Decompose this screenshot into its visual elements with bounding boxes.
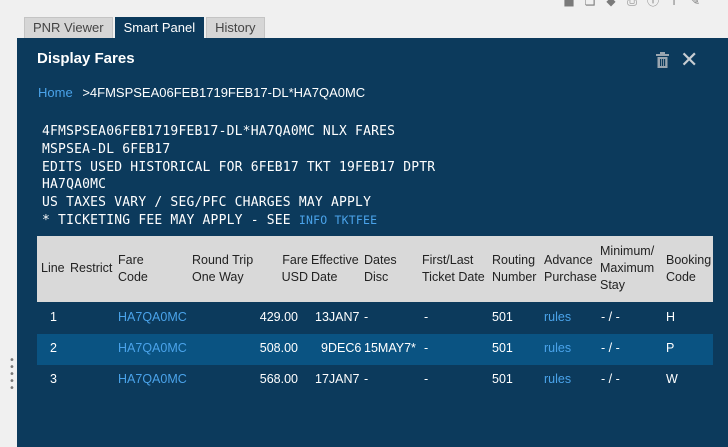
table-row-selected[interactable]: 2 HA7QA0MC 508.00 9DEC6 15MAY7* - 501 ru… xyxy=(37,334,713,365)
fare-code-link[interactable]: HA7QA0MC xyxy=(118,310,187,324)
terminal-line: HA7QA0MC xyxy=(42,177,107,193)
toolbar: ■ ❏ ◆ ⎙ ⓘ ↑ ✎ xyxy=(562,0,702,8)
tag-icon[interactable]: ◆ xyxy=(604,0,618,8)
header-booking-code: Booking Code xyxy=(666,253,712,284)
header-fare-usd: Fare USD xyxy=(281,253,308,284)
terminal-line: US TAXES VARY / SEG/PFC CHARGES MAY APPL… xyxy=(42,195,372,211)
header-min-max-stay: Minimum/Maximum Stay xyxy=(600,244,655,292)
header-fare-code: Fare Code xyxy=(118,253,148,284)
export-icon[interactable]: ↑ xyxy=(667,0,681,8)
panel-title: Display Fares xyxy=(37,50,135,67)
tab-pnr-viewer[interactable]: PNR Viewer xyxy=(24,17,113,38)
cell-line: 2 xyxy=(50,341,57,355)
cell-booking: P xyxy=(666,341,675,355)
tab-bar: PNR Viewer Smart Panel History xyxy=(24,17,265,38)
terminal-line: MSPSEA-DL 6FEB17 xyxy=(42,141,171,157)
cell-min-max: - / - xyxy=(601,310,620,324)
resize-grip-icon[interactable]: • • • • • xyxy=(9,356,15,394)
cell-fare: 568.00 xyxy=(259,372,298,386)
breadcrumb-current: >4FMSPSEA06FEB1719FEB17-DL*HA7QA0MC xyxy=(82,85,366,100)
cell-routing: 501 xyxy=(492,310,513,324)
terminal-line: 4FMSPSEA06FEB1719FEB17-DL*HA7QA0MC NLX F… xyxy=(42,124,396,139)
edit-icon[interactable]: ✎ xyxy=(688,0,702,8)
rules-link[interactable]: rules xyxy=(544,372,571,386)
box-icon[interactable]: ■ xyxy=(562,0,576,8)
cell-disc: 15MAY7* xyxy=(364,341,416,355)
terminal-line: * TICKETING FEE MAY APPLY - SEE INFO TKT… xyxy=(42,212,435,230)
cell-first-last: - xyxy=(424,310,429,324)
header-line: Line xyxy=(41,261,65,275)
trash-icon[interactable] xyxy=(655,52,670,73)
cell-effective: 13JAN7 xyxy=(315,310,360,324)
close-icon[interactable]: ✕ xyxy=(680,50,698,72)
terminal-line: EDITS USED HISTORICAL FOR 6FEB17 TKT 19F… xyxy=(42,159,436,175)
cell-disc: - xyxy=(364,372,369,386)
terminal-text: * TICKETING FEE MAY APPLY - SEE xyxy=(42,212,299,228)
breadcrumb: Home >4FMSPSEA06FEB1719FEB17-DL*HA7QA0MC xyxy=(38,85,365,100)
rules-link[interactable]: rules xyxy=(544,310,571,324)
print-icon[interactable]: ⎙ xyxy=(625,0,639,8)
cell-line: 3 xyxy=(50,372,57,386)
cell-disc: - xyxy=(364,310,369,324)
cell-first-last: - xyxy=(424,341,429,355)
table-row[interactable]: 1 HA7QA0MC 429.00 13JAN7 - - 501 rules -… xyxy=(37,303,713,334)
fare-terminal-output: 4FMSPSEA06FEB1719FEB17-DL*HA7QA0MC NLX F… xyxy=(42,123,435,230)
header-routing: Routing Number xyxy=(492,253,537,284)
header-dates-disc: Dates Disc xyxy=(364,253,397,284)
cell-min-max: - / - xyxy=(601,341,620,355)
cell-booking: H xyxy=(666,310,676,324)
cell-routing: 501 xyxy=(492,341,513,355)
cell-fare: 508.00 xyxy=(259,341,298,355)
info-icon[interactable]: ⓘ xyxy=(646,0,660,8)
header-round-trip: Round Trip One Way xyxy=(192,253,254,284)
fare-code-link[interactable]: HA7QA0MC xyxy=(118,372,187,386)
copy-icon[interactable]: ❏ xyxy=(583,0,597,8)
fare-code-link[interactable]: HA7QA0MC xyxy=(118,341,187,355)
cell-line: 1 xyxy=(50,310,57,324)
tab-smart-panel[interactable]: Smart Panel xyxy=(114,17,205,38)
table-row[interactable]: 3 HA7QA0MC 568.00 17JAN7 - - 501 rules -… xyxy=(37,365,713,396)
fares-table-header: Line Restrict Fare Code Round Trip One Way… xyxy=(37,236,713,302)
display-fares-panel: Display Fares ✕ Home >4FMSPSEA06FEB1719F… xyxy=(17,38,728,447)
rules-link[interactable]: rules xyxy=(544,341,571,355)
cell-first-last: - xyxy=(424,372,429,386)
header-restrict: Restrict xyxy=(70,261,113,275)
cell-min-max: - / - xyxy=(601,372,620,386)
cell-fare: 429.00 xyxy=(259,310,298,324)
info-tktfee-link[interactable]: INFO TKTFEE xyxy=(299,213,377,227)
tab-history[interactable]: History xyxy=(206,17,265,38)
header-effective-date: Effective Date xyxy=(311,253,359,284)
breadcrumb-home-link[interactable]: Home xyxy=(38,85,73,100)
cell-effective: 17JAN7 xyxy=(315,372,360,386)
header-first-last: First/Last Ticket Date xyxy=(422,253,485,284)
header-advance: Advance Purchase xyxy=(544,253,597,284)
cell-effective: 9DEC6 xyxy=(321,341,362,355)
cell-routing: 501 xyxy=(492,372,513,386)
cell-booking: W xyxy=(666,372,678,386)
